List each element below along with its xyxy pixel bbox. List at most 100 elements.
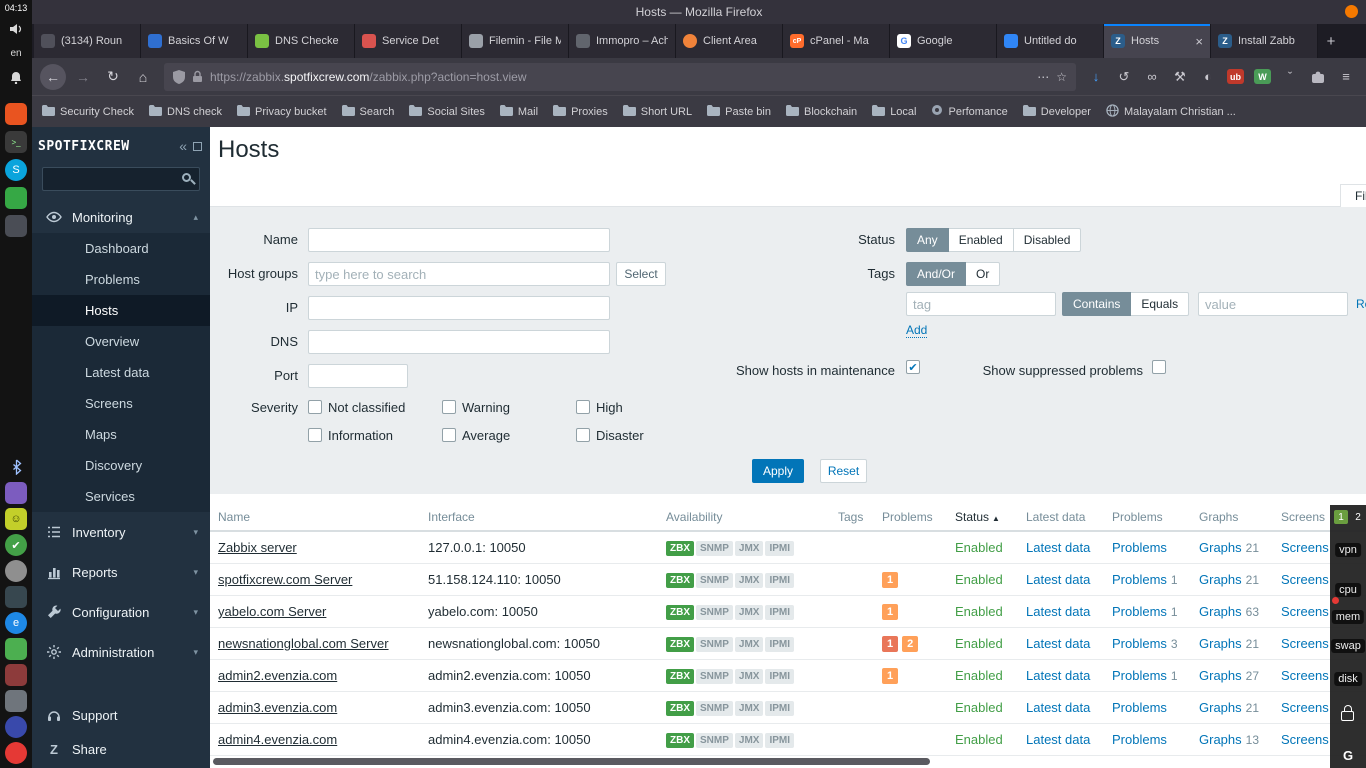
screens-link[interactable]: Screens — [1281, 668, 1329, 683]
indigo-app-icon[interactable] — [5, 716, 27, 738]
column-header-name[interactable]: Name — [218, 510, 428, 524]
tag-input[interactable] — [906, 292, 1056, 316]
sidebar-search-input[interactable] — [42, 167, 200, 191]
browser-tab-service-det[interactable]: Service Det — [355, 24, 462, 58]
terminal-app-icon[interactable]: >_ — [5, 131, 27, 153]
url-bar[interactable]: https://zabbix.spotfixcrew.com/zabbix.ph… — [164, 62, 1076, 91]
orange-app-icon[interactable] — [5, 103, 27, 125]
host-name-link[interactable]: newsnationglobal.com Server — [218, 636, 389, 651]
latest-data-link[interactable]: Latest data — [1026, 700, 1090, 715]
notifications-bell-icon[interactable] — [5, 67, 27, 87]
back-button[interactable]: ← — [40, 63, 66, 90]
problems-link[interactable]: Problems — [1112, 540, 1167, 555]
menu-item-inventory[interactable]: Inventory ▾ — [32, 512, 210, 552]
browser-tab-google[interactable]: G Google — [890, 24, 997, 58]
sidebar-item-services[interactable]: Services — [32, 481, 210, 512]
problem-count-badge[interactable]: 1 — [882, 604, 899, 620]
workspace-1[interactable]: 1 — [1334, 510, 1348, 524]
purple-app-icon[interactable] — [5, 482, 27, 504]
problem-count-badge[interactable]: 1 — [882, 572, 899, 588]
tracking-protection-shield-icon[interactable] — [173, 69, 185, 84]
reset-button[interactable]: Reset — [820, 459, 867, 483]
graphs-link[interactable]: Graphs — [1199, 700, 1242, 715]
host-name-link[interactable]: admin3.evenzia.com — [218, 700, 337, 715]
bookmark-local[interactable]: Local — [872, 104, 916, 119]
smiley-app-icon[interactable]: ☺ — [5, 508, 27, 530]
slate-app-icon[interactable] — [5, 215, 27, 237]
latest-data-link[interactable]: Latest data — [1026, 636, 1090, 651]
host-name-link[interactable]: yabelo.com Server — [218, 604, 326, 619]
menu-item-reports[interactable]: Reports ▾ — [32, 552, 210, 592]
screens-link[interactable]: Screens — [1281, 700, 1329, 715]
host-name-link[interactable]: Zabbix server — [218, 540, 297, 555]
bluetooth-icon[interactable] — [5, 456, 27, 478]
value-input[interactable] — [1198, 292, 1348, 316]
browser-tab-filemin-file-m[interactable]: Filemin - File M — [462, 24, 569, 58]
browser-tab-install-zabb[interactable]: Z Install Zabb — [1211, 24, 1318, 58]
bookmark-security-check[interactable]: Security Check — [42, 104, 134, 119]
forward-button[interactable]: → — [70, 64, 96, 90]
filter-tab[interactable]: Filter — [1340, 184, 1366, 207]
sidebar-item-dashboard[interactable]: Dashboard — [32, 233, 210, 264]
problems-link[interactable]: Problems — [1112, 572, 1167, 587]
screens-link[interactable]: Screens — [1281, 572, 1329, 587]
dns-input[interactable] — [308, 330, 610, 354]
severity-option-high[interactable]: High — [576, 397, 710, 417]
ip-input[interactable] — [308, 296, 610, 320]
menu-item-configuration[interactable]: Configuration ▾ — [32, 592, 210, 632]
scrollbar-thumb[interactable] — [213, 758, 930, 765]
bookmark-perfomance[interactable]: Perfomance — [931, 104, 1008, 119]
status-option-any[interactable]: Any — [906, 228, 949, 252]
downloads-icon[interactable]: ↓ — [1084, 69, 1108, 84]
severity-checkbox[interactable] — [308, 428, 322, 442]
bookmark-privacy-bucket[interactable]: Privacy bucket — [237, 104, 327, 119]
sidebar-item-screens[interactable]: Screens — [32, 388, 210, 419]
latest-data-link[interactable]: Latest data — [1026, 732, 1090, 747]
graphs-link[interactable]: Graphs — [1199, 572, 1242, 587]
reload-button[interactable]: ↻ — [100, 64, 126, 90]
dark-mode-extension-icon[interactable]: ◐ — [1196, 69, 1220, 84]
infinity-extension-icon[interactable]: ∞ — [1140, 69, 1164, 84]
status-option-disabled[interactable]: Disabled — [1013, 228, 1082, 252]
problem-count-badge[interactable]: 1 — [882, 636, 899, 652]
problems-link[interactable]: Problems — [1112, 636, 1167, 651]
bookmark-star-icon[interactable]: ☆ — [1056, 70, 1067, 84]
browser-tab-cpanel-ma[interactable]: cP cPanel - Ma — [783, 24, 890, 58]
graphs-link[interactable]: Graphs — [1199, 668, 1242, 683]
menu-item-share[interactable]: Z Share — [32, 732, 210, 766]
severity-checkbox[interactable] — [308, 400, 322, 414]
problems-link[interactable]: Problems — [1112, 732, 1167, 747]
bookmark-short-url[interactable]: Short URL — [622, 104, 692, 119]
suppressed-checkbox[interactable] — [1152, 360, 1166, 374]
home-button[interactable]: ⌂ — [130, 64, 156, 90]
graphs-link[interactable]: Graphs — [1199, 540, 1242, 555]
sidebar-item-hosts[interactable]: Hosts — [32, 295, 210, 326]
graphs-link[interactable]: Graphs — [1199, 604, 1242, 619]
sidebar-item-discovery[interactable]: Discovery — [32, 450, 210, 481]
gray-dot-icon[interactable] — [5, 560, 27, 582]
page-actions-overflow-icon[interactable]: ⋯ — [1037, 70, 1049, 84]
host-name-link[interactable]: spotfixcrew.com Server — [218, 572, 352, 587]
latest-data-link[interactable]: Latest data — [1026, 572, 1090, 587]
browser-tab-dns-checke[interactable]: DNS Checke — [248, 24, 355, 58]
app-menu-icon[interactable]: ≡ — [1334, 69, 1358, 84]
sidebar-item-problems[interactable]: Problems — [32, 264, 210, 295]
tag-match-option-contains[interactable]: Contains — [1062, 292, 1132, 316]
severity-option-not-classified[interactable]: Not classified — [308, 397, 442, 417]
sidebar-item-overview[interactable]: Overview — [32, 326, 210, 357]
browser-tab-3134-roun[interactable]: (3134) Roun — [34, 24, 141, 58]
graphs-link[interactable]: Graphs — [1199, 636, 1242, 651]
gray-app-icon[interactable] — [5, 690, 27, 712]
bookmark-paste-bin[interactable]: Paste bin — [707, 104, 771, 119]
bookmark-social-sites[interactable]: Social Sites — [409, 104, 485, 119]
severity-checkbox[interactable] — [442, 428, 456, 442]
problem-count-badge[interactable]: 2 — [902, 636, 919, 652]
bookmark-developer[interactable]: Developer — [1022, 104, 1091, 119]
horizontal-scrollbar[interactable] — [210, 758, 1366, 766]
bookmark-proxies[interactable]: Proxies — [553, 104, 608, 119]
skype-app-icon[interactable]: S — [5, 159, 27, 181]
browser-tab-hosts[interactable]: Z Hosts × — [1104, 24, 1211, 58]
bookmark-mail[interactable]: Mail — [499, 104, 538, 119]
menu-item-administration[interactable]: Administration ▾ — [32, 632, 210, 672]
overflow-chevron-icon[interactable]: ˇ — [1278, 69, 1302, 84]
